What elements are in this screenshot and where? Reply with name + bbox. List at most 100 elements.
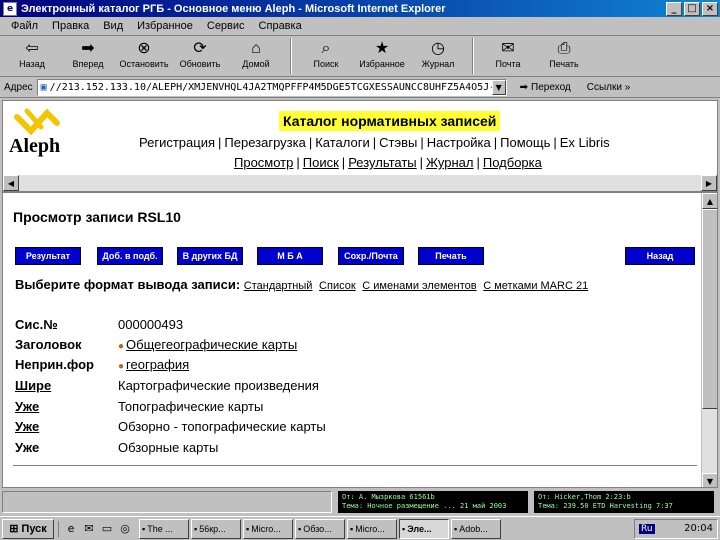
desktop-icon[interactable]: ▭ (99, 521, 115, 537)
clock[interactable]: 20:04 (684, 523, 713, 534)
menu-help[interactable]: Справка (252, 20, 309, 32)
field-value: Топографические карты (118, 399, 264, 414)
task-button[interactable]: ▪ The ... (139, 518, 189, 539)
field-value-link[interactable]: география (126, 357, 189, 372)
history-button[interactable]: ◷ Журнал (410, 37, 466, 75)
address-dropdown-button[interactable]: ▼ (491, 80, 506, 95)
ie-icon: ▪ (402, 523, 406, 534)
task-button-active[interactable]: ▪ Эле... (399, 518, 449, 539)
other-db-button[interactable]: В других БД (177, 247, 243, 265)
folder-icon: ▪ (194, 523, 198, 534)
back-record-button[interactable]: Назад (625, 247, 695, 265)
field-key-link[interactable]: Уже (15, 399, 39, 414)
channels-icon[interactable]: ◎ (117, 521, 133, 537)
print-label: Печать (549, 59, 579, 69)
ie-icon[interactable]: e (63, 521, 79, 537)
add-to-selection-button[interactable]: Доб. в подб. (97, 247, 163, 265)
nav-journal[interactable]: Журнал (426, 155, 473, 170)
nav-registration[interactable]: Регистрация (139, 135, 215, 150)
stop-icon: ⊗ (137, 40, 151, 57)
menu-favorites[interactable]: Избранное (130, 20, 200, 32)
field-key-link[interactable]: Уже (15, 419, 39, 434)
field-value-link[interactable]: Общегеографические карты (126, 337, 297, 352)
aleph-logo[interactable]: Aleph (9, 107, 67, 159)
nav-catalogs[interactable]: Каталоги (315, 135, 370, 150)
print-icon: ⎙ (557, 40, 571, 57)
task-label: Обзо... (303, 523, 332, 534)
ill-button[interactable]: М Б А (257, 247, 323, 265)
outlook-icon[interactable]: ✉ (81, 521, 97, 537)
taskbar: ⊞ Пуск e ✉ ▭ ◎ ▪ The ... ▪ 56кр... ▪ Micro..… (0, 516, 720, 540)
nav-exlibris[interactable]: Ex Libris (560, 135, 610, 150)
address-input[interactable]: ▣ //213.152.133.10/ALEPH/XMJENVHQL4JA2TM… (36, 79, 507, 96)
forward-button[interactable]: ➡ Вперед (60, 37, 116, 75)
mail-button[interactable]: ✉ Почта (480, 37, 536, 75)
nav-browse[interactable]: Просмотр (234, 155, 293, 170)
task-label: 56кр... (199, 523, 226, 534)
scrollbar-thumb[interactable] (702, 209, 717, 409)
menu-edit[interactable]: Правка (45, 20, 96, 32)
close-button[interactable]: × (702, 1, 718, 16)
search-button[interactable]: ⌕ Поиск (298, 37, 354, 75)
task-button[interactable]: ▪ Обзо... (295, 518, 345, 539)
format-element-names-link[interactable]: С именами элементов (362, 280, 476, 292)
nav-results[interactable]: Результаты (348, 155, 416, 170)
arrow-left-icon: ⇦ (25, 40, 39, 57)
arrow-right-icon: ➡ (81, 40, 95, 57)
refresh-button[interactable]: ⟳ Обновить (172, 37, 228, 75)
page-icon: ▣ (40, 82, 47, 93)
forward-label: Вперед (72, 59, 104, 69)
window-title: Электронный каталог РГБ - Основное меню … (21, 2, 446, 15)
mail-notification-1[interactable]: От: А. Мызркова 61561b Тема: Ночное разм… (338, 491, 528, 513)
top-nav: Регистрация | Перезагрузка | Каталоги | Стэвы |… (139, 135, 610, 150)
nav-search[interactable]: Поиск (303, 155, 339, 170)
save-mail-button[interactable]: Сохр./Почта (338, 247, 404, 265)
task-button[interactable]: ▪ Micro... (243, 518, 293, 539)
frame-horizontal-scrollbar[interactable]: ◀ ▶ (3, 175, 717, 191)
window-titlebar[interactable]: e Электронный каталог РГБ - Основное мен… (0, 0, 720, 17)
logo-text: Aleph (9, 135, 61, 157)
menu-file[interactable]: Файл (4, 20, 45, 32)
format-marc21-link[interactable]: С метками MARC 21 (483, 280, 588, 292)
menu-view[interactable]: Вид (96, 20, 130, 32)
back-button[interactable]: ⇦ Назад (4, 37, 60, 75)
start-button[interactable]: ⊞ Пуск (2, 518, 54, 539)
format-standard-link[interactable]: Стандартный (244, 280, 313, 292)
bullet-icon: ● (118, 361, 125, 372)
task-button[interactable]: ▪ 56кр... (191, 518, 241, 539)
nav-selection[interactable]: Подборка (483, 155, 542, 170)
maximize-button[interactable]: □ (684, 1, 700, 16)
format-list-link[interactable]: Список (319, 280, 356, 292)
print-record-button[interactable]: Печать (418, 247, 484, 265)
home-button[interactable]: ⌂ Домой (228, 37, 284, 75)
field-key-link[interactable]: Шире (15, 378, 51, 393)
divider (13, 465, 697, 466)
nav-reload[interactable]: Перезагрузка (224, 135, 305, 150)
toolbar-separator (290, 38, 292, 74)
history-icon: ◷ (431, 40, 445, 57)
nav-links[interactable]: Стэвы (379, 135, 417, 150)
home-label: Домой (242, 59, 270, 69)
scroll-left-icon[interactable]: ◀ (3, 175, 19, 191)
scroll-down-icon[interactable]: ▼ (702, 473, 717, 487)
stop-button[interactable]: ⊗ Остановить (116, 37, 172, 75)
favorites-button[interactable]: ★ Избранное (354, 37, 410, 75)
print-button[interactable]: ⎙ Печать (536, 37, 592, 75)
scroll-up-icon[interactable]: ▲ (702, 193, 717, 209)
nav-settings[interactable]: Настройка (427, 135, 491, 150)
minimize-button[interactable]: _ (666, 1, 682, 16)
result-button[interactable]: Результат (15, 247, 81, 265)
ie-icon: e (3, 1, 17, 16)
vertical-scrollbar[interactable]: ▲ ▼ (701, 193, 717, 487)
refresh-icon: ⟳ (193, 40, 207, 57)
mail-notification-2[interactable]: От: Hicker,Thom 2:23:b Тема: 239.50 ETD … (534, 491, 714, 513)
language-indicator[interactable]: Ru (639, 523, 655, 534)
scroll-right-icon[interactable]: ▶ (701, 175, 717, 191)
go-button[interactable]: ➡ Переход (520, 82, 571, 93)
task-button[interactable]: ▪ Adob... (451, 518, 501, 539)
notification-subject: Тема: Ночное размещение ... 21 май 2003 (342, 502, 507, 510)
links-button[interactable]: Ссылки » (587, 82, 631, 93)
menu-tools[interactable]: Сервис (200, 20, 252, 32)
task-button[interactable]: ▪ Micro... (347, 518, 397, 539)
nav-help[interactable]: Помощь (500, 135, 550, 150)
